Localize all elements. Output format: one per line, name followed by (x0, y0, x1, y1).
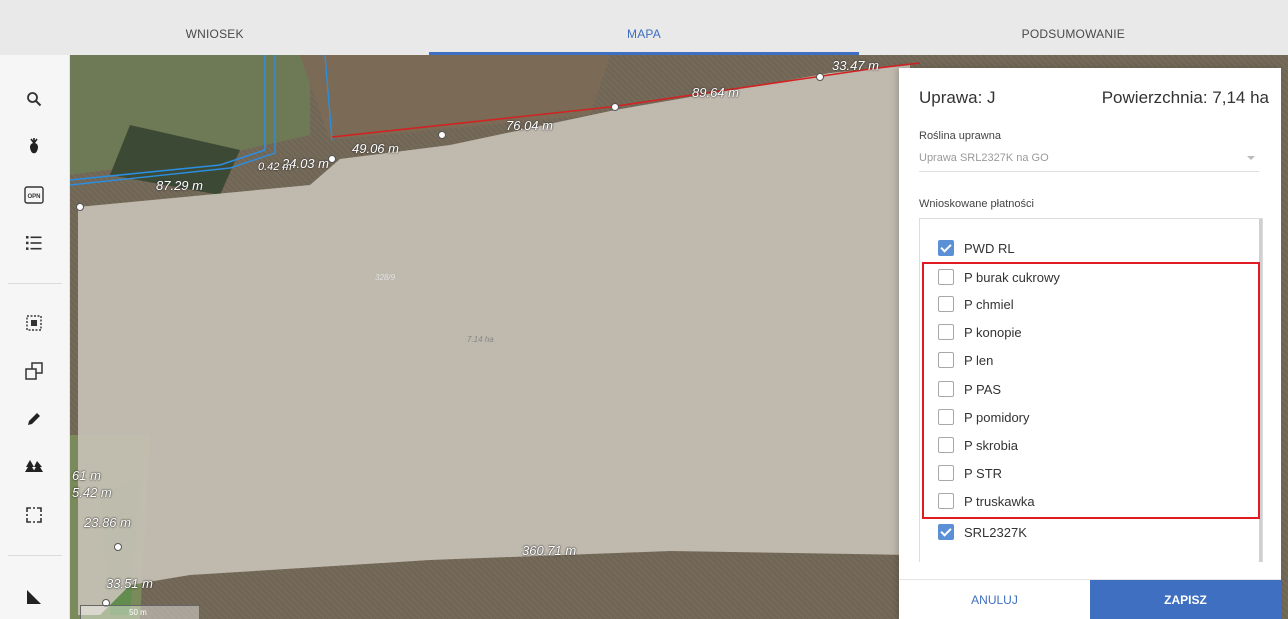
checkbox[interactable] (938, 296, 954, 312)
map-distance-label: 76.04 m (506, 118, 553, 133)
checkbox-label: P truskawka (964, 493, 1035, 509)
checkbox-label: PWD RL (964, 240, 1015, 256)
checkbox-label: P burak cukrowy (964, 269, 1060, 285)
checkbox[interactable] (938, 493, 954, 509)
map-scale-bar: 50 m (80, 605, 200, 619)
checkbox-label: P skrobia (964, 437, 1018, 453)
measure-icon[interactable] (18, 581, 50, 613)
search-icon[interactable] (18, 83, 50, 115)
chevron-down-icon (1247, 156, 1255, 160)
checkbox[interactable] (938, 437, 954, 453)
list-icon[interactable] (18, 227, 50, 259)
map-distance-label: 33.51 m (106, 576, 153, 591)
map-distance-label: 89.64 m (692, 85, 739, 100)
checkbox[interactable] (938, 409, 954, 425)
map-distance-label: 33.47 m (832, 58, 879, 73)
checkbox[interactable] (938, 269, 954, 285)
map-distance-label: 360.71 m (522, 543, 577, 558)
map-distance-label: 61 m (72, 468, 101, 483)
payment-checkbox-row[interactable]: P konopie (938, 321, 1022, 343)
checkbox[interactable] (938, 465, 954, 481)
checkbox-label: P STR (964, 465, 1003, 481)
payment-checkbox-row[interactable]: PWD RL (938, 237, 1015, 259)
checkbox-label: P PAS (964, 381, 1002, 397)
payment-checkbox-row[interactable]: P STR (938, 462, 1002, 484)
left-toolbar: OPN (0, 55, 70, 619)
panel-title: Uprawa: J (919, 88, 996, 107)
checkbox[interactable] (938, 240, 954, 256)
pencil-icon[interactable] (18, 403, 50, 435)
checkbox-label: SRL2327K (964, 524, 1027, 540)
opn-icon-text: OPN (27, 194, 40, 200)
crop-details-panel: Uprawa: J Powierzchnia: 7,14 ha Roślina … (899, 68, 1281, 619)
panel-footer: ANULUJ ZAPISZ (899, 579, 1281, 619)
checkbox-label: P konopie (964, 324, 1022, 340)
checkbox[interactable] (938, 381, 954, 397)
checkbox[interactable] (938, 352, 954, 368)
parcel-number-label: 328/9 (375, 273, 396, 282)
payment-checkbox-row[interactable]: SRL2327K (938, 521, 1027, 543)
bounding-box-icon[interactable] (18, 499, 50, 531)
opn-icon[interactable]: OPN (18, 179, 50, 211)
map-distance-label: 5.42 m (72, 485, 112, 500)
checkbox-label: P len (964, 352, 994, 368)
save-button[interactable]: ZAPISZ (1090, 580, 1281, 619)
panel-header: Uprawa: J Powierzchnia: 7,14 ha (919, 86, 1269, 110)
plant-icon[interactable] (18, 131, 50, 163)
map-distance-label: 87.29 m (156, 178, 203, 193)
list-scrollbar[interactable] (1259, 219, 1262, 562)
payment-checkbox-row[interactable]: P PAS (938, 378, 1001, 400)
copy-icon[interactable] (18, 355, 50, 387)
payment-checkbox-row[interactable]: P skrobia (938, 434, 1018, 456)
payment-checkbox-row[interactable]: P len (938, 349, 993, 371)
checkbox[interactable] (938, 324, 954, 340)
parcel-area-label: 7.14 ha (467, 335, 494, 344)
top-tabs: WNIOSEK MAPA PODSUMOWANIE (0, 0, 1288, 55)
select-area-icon[interactable] (18, 307, 50, 339)
tab-mapa[interactable]: MAPA (429, 0, 859, 55)
crop-field-label: Roślina uprawna (919, 130, 1001, 142)
payment-checkbox-row[interactable]: P chmiel (938, 293, 1014, 315)
map-distance-label: 49.06 m (352, 141, 399, 156)
payments-list: PWD RL P burak cukrowy P chmiel P konopi… (919, 218, 1263, 562)
crop-select-value: Uprawa SRL2327K na GO (919, 152, 1049, 164)
panel-area: Powierzchnia: 7,14 ha (1101, 88, 1269, 107)
tab-wniosek[interactable]: WNIOSEK (0, 0, 429, 55)
crop-select[interactable]: Uprawa SRL2327K na GO (919, 148, 1259, 172)
payment-checkbox-row[interactable]: P burak cukrowy (938, 266, 1060, 288)
payment-checkbox-row[interactable]: P pomidory (938, 406, 1030, 428)
payments-label: Wnioskowane płatności (919, 198, 1034, 210)
map-distance-label: 23.86 m (84, 515, 131, 530)
tab-podsumowanie[interactable]: PODSUMOWANIE (859, 0, 1288, 55)
trees-icon[interactable] (18, 451, 50, 483)
checkbox[interactable] (938, 524, 954, 540)
map-distance-label: 0.42 m (258, 161, 292, 173)
checkbox-label: P chmiel (964, 296, 1014, 312)
cancel-button[interactable]: ANULUJ (899, 580, 1090, 619)
payment-checkbox-row[interactable]: P truskawka (938, 490, 1035, 512)
checkbox-label: P pomidory (964, 409, 1030, 425)
